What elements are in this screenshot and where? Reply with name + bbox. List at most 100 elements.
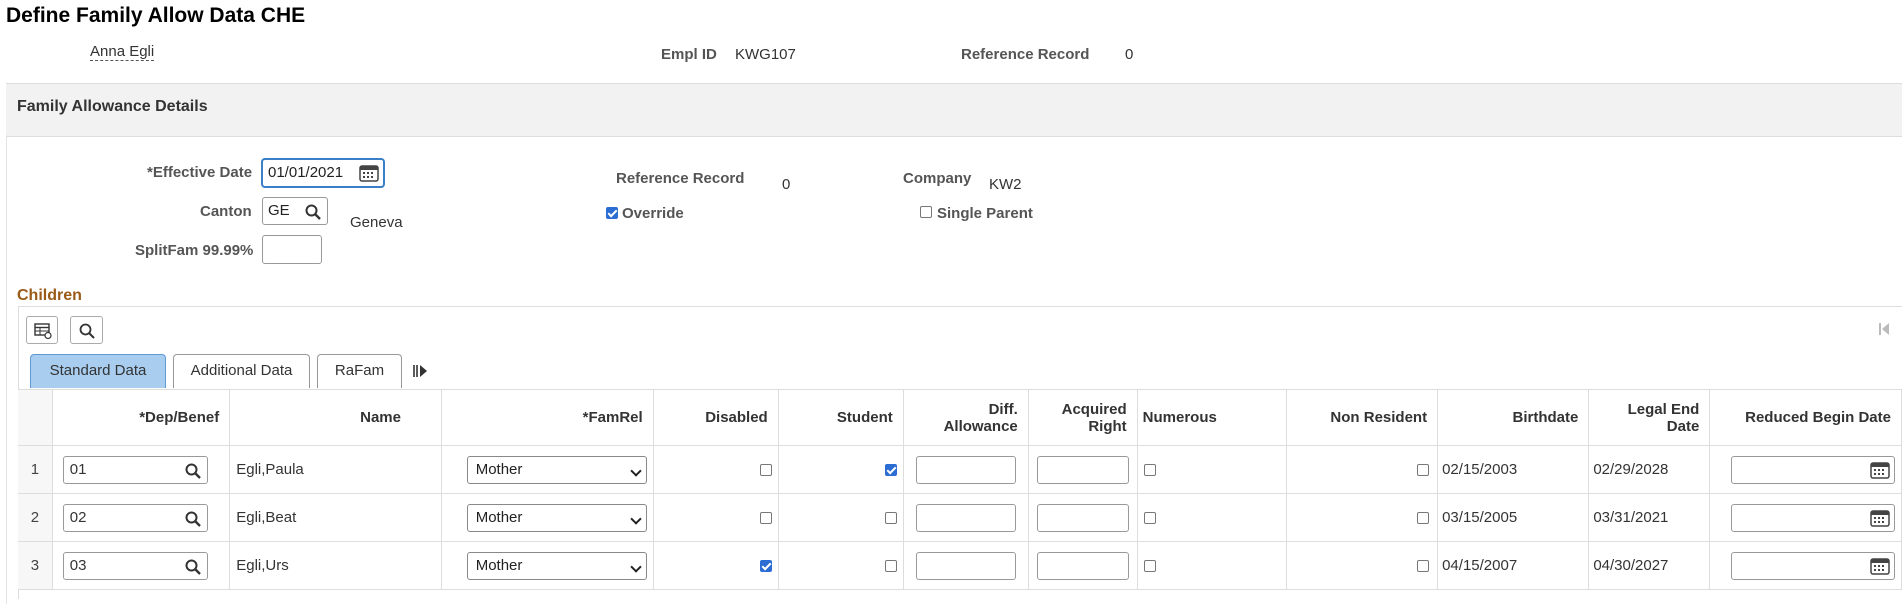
canton-input[interactable]: GE [262,197,328,225]
show-all-columns-icon[interactable] [412,363,428,384]
grid-search-button[interactable] [70,316,103,344]
birthdate-cell: 03/15/2005 [1437,493,1590,542]
override-checkbox[interactable] [606,207,618,219]
non-resident-checkbox[interactable] [1417,512,1430,525]
student-checkbox[interactable] [884,560,897,573]
calendar-icon[interactable] [1870,509,1890,531]
legal-end-date-cell: 04/30/2027 [1588,541,1711,590]
col-acquired-right[interactable]: Acquired Right [1028,389,1138,446]
table-row: 1 01 Egli,Paula Mother 02/15/2003 02/29/… [18,445,1902,494]
tab-standard-data-label: Standard Data [49,362,147,379]
calendar-icon[interactable] [359,164,379,182]
col-diff-allowance[interactable]: Diff. Allowance [903,389,1029,446]
effective-date-input[interactable]: 01/01/2021 [262,159,384,187]
table-row: 3 03 Egli,Urs Mother 04/15/2007 04/30/20… [18,541,1902,590]
non-resident-checkbox[interactable] [1417,464,1430,477]
student-checkbox[interactable] [884,464,897,477]
col-famrel[interactable]: *FamRel [441,389,654,446]
effective-date-value: 01/01/2021 [268,164,344,181]
acquired-right-cell [1028,493,1138,542]
acquired-right-input[interactable] [1036,455,1129,484]
first-page-icon[interactable] [1878,322,1890,341]
diff-allowance-input[interactable] [915,503,1016,532]
col-non-resident[interactable]: Non Resident [1286,389,1439,446]
employee-name: Anna Egli [90,43,155,61]
disabled-checkbox[interactable] [759,464,772,477]
empl-id-label: Empl ID [661,46,717,63]
calendar-icon[interactable] [1870,557,1890,579]
student-checkbox[interactable] [884,512,897,525]
grid-header-row: *Dep/Benef Name *FamRel Disabled Student… [18,389,1902,446]
section-ref-record-value: 0 [782,176,791,193]
col-numerous[interactable]: Numerous [1137,389,1287,446]
search-icon[interactable] [185,462,201,488]
ref-record-value: 0 [1125,46,1134,63]
acquired-right-cell [1028,541,1138,590]
chevron-down-icon [630,464,642,477]
numerous-checkbox[interactable] [1143,512,1156,525]
row-number: 2 [18,493,53,542]
reduced-begin-date-input[interactable] [1731,503,1895,532]
disabled-checkbox[interactable] [759,560,772,573]
dep-benef-input[interactable]: 03 [62,551,208,580]
grid-settings-icon [34,323,52,344]
numerous-checkbox[interactable] [1143,464,1156,477]
disabled-checkbox[interactable] [759,512,772,525]
search-icon[interactable] [305,203,321,220]
calendar-icon[interactable] [1870,461,1890,483]
acquired-right-input[interactable] [1036,503,1129,532]
non-resident-cell [1286,493,1439,542]
diff-allowance-input[interactable] [915,551,1016,580]
famrel-select[interactable]: Mother [466,551,647,580]
famrel-cell: Mother [441,445,654,494]
search-icon [79,323,95,344]
section-ref-record-label: Reference Record [616,170,745,187]
reduced-begin-date-input[interactable] [1731,455,1895,484]
col-dep-benef[interactable]: *Dep/Benef [52,389,231,446]
acquired-right-cell [1028,445,1138,494]
splitfam-input[interactable] [262,235,322,264]
col-reduced-begin-date[interactable]: Reduced Begin Date [1709,389,1902,446]
diff-allowance-cell [903,541,1029,590]
col-legal-end-date[interactable]: Legal End Date [1588,389,1711,446]
canton-value: GE [268,202,290,219]
col-diff-allowance-label: Diff. Allowance [943,400,1018,435]
col-name[interactable]: Name [229,389,442,446]
numerous-cell [1137,493,1287,542]
search-icon[interactable] [185,558,201,584]
search-icon[interactable] [185,510,201,536]
famrel-value: Mother [475,508,523,526]
diff-allowance-cell [903,493,1029,542]
tab-rafam[interactable]: RaFam [317,354,402,388]
tab-rafam-label: RaFam [334,362,385,379]
col-birthdate[interactable]: Birthdate [1437,389,1590,446]
row-number-header [18,389,53,446]
chevron-down-icon [630,560,642,573]
dep-benef-input[interactable]: 01 [62,455,208,484]
famrel-select[interactable]: Mother [466,455,647,484]
non-resident-cell [1286,541,1439,590]
company-label: Company [903,170,972,187]
numerous-checkbox[interactable] [1143,560,1156,573]
single-parent-checkbox[interactable] [920,206,932,218]
tab-additional-data[interactable]: Additional Data [173,354,310,388]
name-cell: Egli,Paula [229,445,442,494]
non-resident-checkbox[interactable] [1417,560,1430,573]
col-disabled[interactable]: Disabled [653,389,779,446]
tab-standard-data[interactable]: Standard Data [30,354,166,388]
famrel-cell: Mother [441,493,654,542]
dep-benef-input[interactable]: 02 [62,503,208,532]
grid-body: 1 01 Egli,Paula Mother 02/15/2003 02/29/… [18,445,1902,590]
acquired-right-input[interactable] [1036,551,1129,580]
legal-end-date-cell: 03/31/2021 [1588,493,1711,542]
page-title: Define Family Allow Data CHE [6,4,306,27]
disabled-cell [653,445,779,494]
famrel-select[interactable]: Mother [466,503,647,532]
empl-id-value: KWG107 [735,46,796,63]
dep-benef-cell: 02 [52,493,231,542]
grid-settings-button[interactable] [26,316,58,344]
dep-benef-value: 03 [69,556,87,574]
reduced-begin-date-input[interactable] [1731,551,1895,580]
diff-allowance-input[interactable] [915,455,1016,484]
col-student[interactable]: Student [778,389,904,446]
